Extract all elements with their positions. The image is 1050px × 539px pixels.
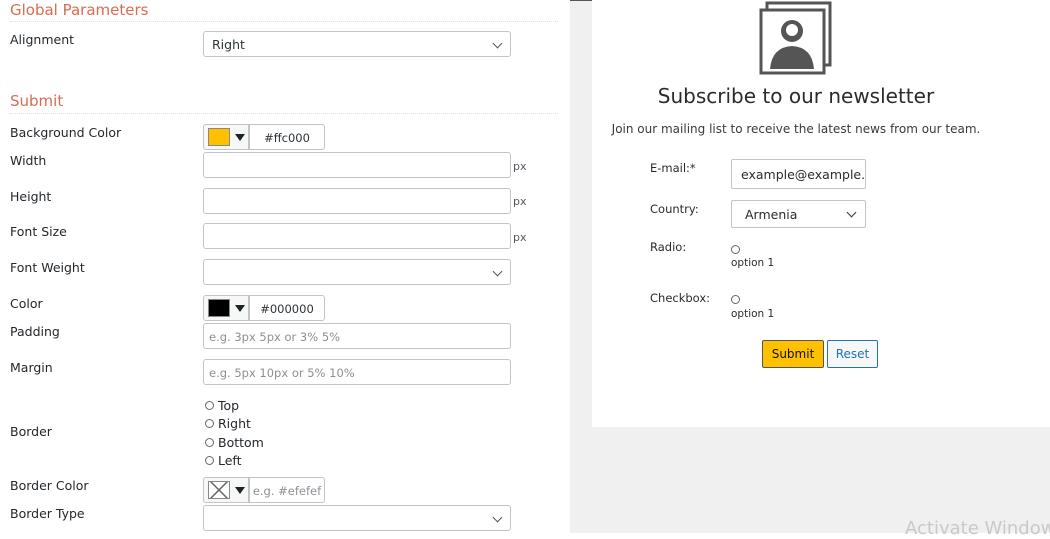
alignment-value: Right: [212, 37, 245, 52]
checkbox-option-1[interactable]: [731, 295, 740, 304]
chevron-down-icon: [492, 38, 503, 49]
border-type-label: Border Type: [10, 506, 85, 521]
border-option-bottom[interactable]: Bottom: [205, 435, 264, 450]
email-label: E-mail:*: [650, 161, 696, 175]
color-swatch: [208, 128, 230, 146]
radio-icon[interactable]: [205, 419, 214, 428]
border-option-top[interactable]: Top: [205, 398, 239, 413]
color-picker[interactable]: [203, 295, 249, 321]
reset-button[interactable]: Reset: [827, 340, 878, 368]
checkbox-option-label: option 1: [731, 308, 775, 320]
border-option-label: Left: [218, 453, 242, 468]
alignment-select[interactable]: Right: [203, 31, 511, 57]
border-type-select[interactable]: [203, 505, 511, 531]
chevron-down-icon: [492, 512, 503, 523]
width-unit: px: [513, 160, 527, 173]
radio-icon[interactable]: [205, 401, 214, 410]
margin-label: Margin: [10, 360, 53, 375]
border-color-picker[interactable]: [203, 477, 249, 503]
avatar-icon: [759, 1, 832, 75]
border-option-left[interactable]: Left: [205, 453, 242, 468]
font-size-unit: px: [513, 231, 527, 244]
font-size-input[interactable]: [203, 223, 511, 249]
radio-option-label: option 1: [731, 257, 775, 269]
height-unit: px: [513, 195, 527, 208]
country-select[interactable]: Armenia: [731, 200, 866, 228]
section-divider: [10, 113, 558, 114]
radio-icon[interactable]: [205, 456, 214, 465]
border-option-label: Bottom: [218, 435, 264, 450]
padding-label: Padding: [10, 324, 60, 339]
chevron-down-icon: [846, 207, 857, 218]
color-input[interactable]: #000000: [249, 295, 325, 321]
section-title-submit: Submit: [10, 92, 64, 110]
activate-windows-watermark: Activate Windows: [905, 518, 1050, 539]
checkbox-label: Checkbox:: [650, 291, 711, 305]
width-label: Width: [10, 153, 47, 168]
email-field[interactable]: example@example.: [731, 159, 866, 189]
submit-button[interactable]: Submit: [762, 340, 824, 368]
border-color-input[interactable]: e.g. #efefef: [249, 477, 325, 503]
country-value: Armenia: [745, 207, 798, 222]
border-option-label: Right: [218, 416, 251, 431]
height-input[interactable]: [203, 188, 511, 214]
padding-input[interactable]: e.g. 3px 5px or 3% 5%: [203, 323, 511, 349]
radio-option-1[interactable]: [731, 245, 740, 254]
margin-input[interactable]: e.g. 5px 10px or 5% 10%: [203, 359, 511, 385]
color-label: Color: [10, 296, 43, 311]
background-color-picker[interactable]: [203, 124, 249, 150]
radio-icon[interactable]: [205, 438, 214, 447]
newsletter-title: Subscribe to our newsletter: [657, 84, 935, 108]
background-color-label: Background Color: [10, 125, 122, 140]
section-divider: [10, 21, 558, 22]
section-title-global: Global Parameters: [10, 1, 149, 19]
country-label: Country:: [650, 202, 699, 216]
width-input[interactable]: [203, 152, 511, 178]
color-swatch: [208, 299, 230, 317]
font-size-label: Font Size: [10, 224, 67, 239]
chevron-down-icon: [492, 266, 503, 277]
background-color-input[interactable]: #ffc000: [249, 124, 325, 150]
radio-label: Radio:: [650, 240, 687, 254]
no-color-icon: [208, 481, 230, 499]
font-weight-label: Font Weight: [10, 260, 85, 275]
height-label: Height: [10, 189, 52, 204]
caret-down-icon: [235, 487, 245, 494]
newsletter-description: Join our mailing list to receive the lat…: [611, 122, 981, 136]
border-color-label: Border Color: [10, 478, 89, 493]
border-option-label: Top: [218, 398, 240, 413]
caret-down-icon: [235, 305, 245, 312]
caret-down-icon: [235, 134, 245, 141]
font-weight-select[interactable]: [203, 259, 511, 285]
border-label: Border: [10, 424, 52, 439]
border-option-right[interactable]: Right: [205, 416, 251, 431]
alignment-label: Alignment: [10, 32, 75, 47]
